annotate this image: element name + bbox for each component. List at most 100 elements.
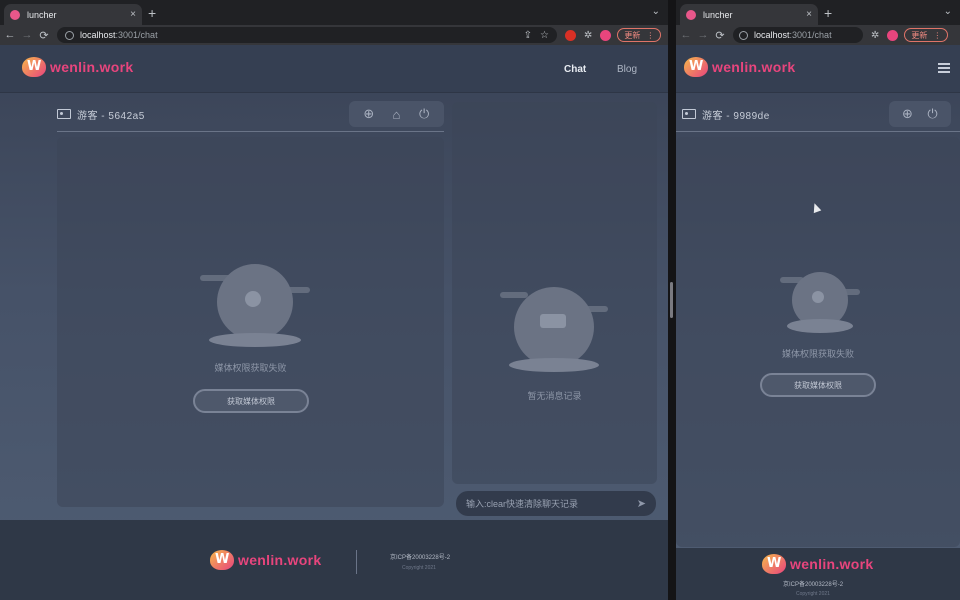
shop-icon[interactable]: ⌂: [385, 103, 407, 125]
get-media-button[interactable]: 获取媒体权限: [193, 389, 309, 413]
back-button[interactable]: ←: [679, 29, 693, 41]
chat-input-box: ➤: [456, 491, 656, 516]
browser-toolbar: ← → ⟳ localhost:3001/chat ⇪ ☆ ✲ 更新 ⋮: [0, 25, 668, 45]
tab-search-icon[interactable]: ⌄: [944, 6, 952, 17]
copyright-text: Copyright 2021: [402, 565, 436, 571]
footer-logo-text: wenlin.work: [790, 556, 874, 572]
reload-button[interactable]: ⟳: [37, 29, 51, 42]
update-label: 更新: [911, 30, 928, 40]
more-icon: ⋮: [933, 30, 942, 40]
site-header-right: wenlin.work: [676, 45, 960, 93]
nav-blog[interactable]: Blog: [617, 64, 637, 75]
tab-strip-right: luncher × + ⌄: [676, 0, 960, 25]
add-user-icon[interactable]: ⊕: [897, 103, 919, 125]
back-button[interactable]: ←: [3, 29, 17, 41]
url-path: :3001/chat: [115, 30, 158, 40]
divider-grip[interactable]: [670, 282, 673, 318]
close-tab-icon[interactable]: ×: [130, 9, 136, 20]
logo-mark-icon: [22, 57, 46, 77]
logo-mark-icon: [684, 57, 708, 77]
site-footer: wenlin.work 京ICP备20003228号-2 Copyright 2…: [0, 520, 668, 600]
profile-avatar[interactable]: [600, 29, 612, 41]
browser-window-left: luncher × + ⌄ ← → ⟳ localhost:3001/chat …: [0, 0, 668, 600]
share-icon[interactable]: ⇪: [524, 30, 532, 41]
user-bar: 游客 - 9989de: [682, 99, 770, 129]
icp-link[interactable]: 京ICP备20003228号-2: [783, 579, 843, 588]
window-divider[interactable]: [668, 0, 676, 600]
forward-button[interactable]: →: [20, 29, 34, 41]
tab-title: luncher: [27, 9, 57, 20]
update-button[interactable]: 更新 ⋮: [617, 28, 662, 42]
video-panel: 媒体权限获取失败 获取媒体权限: [676, 137, 960, 547]
address-bar[interactable]: localhost:3001/chat ⇪ ☆: [57, 27, 557, 43]
send-icon[interactable]: ➤: [637, 497, 646, 510]
favicon-icon: [10, 9, 20, 20]
menu-icon[interactable]: [938, 63, 950, 73]
more-icon: ⋮: [646, 30, 655, 40]
video-panel: 媒体权限获取失败 获取媒体权限: [57, 137, 444, 507]
copyright-text: Copyright 2021: [796, 591, 830, 597]
footer-logo: wenlin.work: [210, 550, 321, 570]
extension-icon[interactable]: [565, 29, 576, 41]
footer-logo-mark-icon: [762, 554, 786, 574]
page-right: wenlin.work 游客 - 9989de ⊕ ⏻: [676, 45, 960, 600]
user-bar: 游客 - 5642a5: [57, 99, 145, 129]
media-error-text: 媒体权限获取失败: [214, 363, 287, 373]
footer-logo-text: wenlin.work: [238, 552, 322, 568]
tab-search-icon[interactable]: ⌄: [652, 6, 660, 17]
page: wenlin.work Chat Blog 游客 - 5642a5 ⊕ ⌂ ⏻: [0, 45, 668, 600]
site-info-icon[interactable]: [65, 30, 74, 40]
chat-panel: 暂无消息记录: [452, 102, 657, 484]
site-logo[interactable]: wenlin.work: [684, 57, 795, 77]
media-error-text: 媒体权限获取失败: [781, 349, 854, 359]
empty-illustration: [200, 257, 310, 347]
browser-toolbar-right: ← → ⟳ localhost:3001/chat ✲ 更新 ⋮: [676, 25, 960, 45]
logo-text: wenlin.work: [50, 59, 134, 75]
favicon-icon: [686, 9, 696, 20]
url-host: localhost: [80, 30, 116, 40]
reload-button[interactable]: ⟳: [713, 29, 727, 42]
empty-chat-text: 暂无消息记录: [527, 391, 582, 401]
user-label: 游客 - 5642a5: [77, 110, 145, 122]
empty-illustration: [780, 267, 860, 333]
profile-avatar[interactable]: [887, 29, 899, 41]
power-icon[interactable]: ⏻: [922, 103, 944, 125]
bookmark-star-icon[interactable]: ☆: [540, 30, 549, 41]
action-group: ⊕ ⏻: [889, 101, 951, 127]
footer-logo-mark-icon: [210, 550, 234, 570]
screen: luncher × + ⌄ ← → ⟳ localhost:3001/chat …: [0, 0, 960, 600]
user-label: 游客 - 9989de: [702, 110, 770, 122]
site-header: wenlin.work Chat Blog: [0, 45, 668, 93]
extensions-puzzle-icon[interactable]: ✲: [584, 30, 592, 41]
url-path: :3001/chat: [789, 30, 832, 40]
browser-tab[interactable]: luncher ×: [4, 4, 142, 25]
id-card-icon: [57, 109, 71, 119]
site-logo[interactable]: wenlin.work: [22, 57, 133, 77]
id-card-icon: [682, 109, 696, 119]
footer-logo: wenlin.work: [762, 554, 873, 574]
address-bar[interactable]: localhost:3001/chat: [733, 27, 863, 43]
update-button[interactable]: 更新 ⋮: [904, 28, 949, 42]
action-group: ⊕ ⌂ ⏻: [349, 101, 444, 127]
nav-chat[interactable]: Chat: [564, 64, 586, 75]
logo-text: wenlin.work: [712, 59, 796, 75]
update-label: 更新: [624, 30, 641, 40]
site-info-icon[interactable]: [739, 30, 748, 40]
footer-divider: [356, 550, 357, 574]
new-tab-button[interactable]: +: [148, 5, 156, 21]
divider: [676, 131, 960, 132]
tab-title: luncher: [703, 9, 733, 20]
extensions-puzzle-icon[interactable]: ✲: [871, 30, 879, 41]
icp-link[interactable]: 京ICP备20003228号-2: [390, 552, 450, 561]
browser-tab-right[interactable]: luncher ×: [680, 4, 818, 25]
site-footer: wenlin.work 京ICP备20003228号-2 Copyright 2…: [676, 548, 960, 600]
close-tab-icon[interactable]: ×: [806, 9, 812, 20]
chat-input[interactable]: [466, 498, 637, 509]
power-icon[interactable]: ⏻: [413, 103, 435, 125]
tab-strip: luncher × + ⌄: [0, 0, 668, 25]
new-tab-button[interactable]: +: [824, 5, 832, 21]
add-user-icon[interactable]: ⊕: [358, 103, 380, 125]
forward-button[interactable]: →: [696, 29, 710, 41]
browser-window-right: luncher × + ⌄ ← → ⟳ localhost:3001/chat …: [676, 0, 960, 600]
get-media-button[interactable]: 获取媒体权限: [760, 373, 876, 397]
